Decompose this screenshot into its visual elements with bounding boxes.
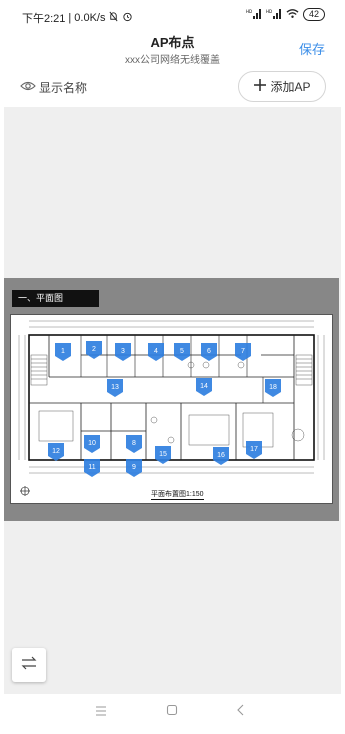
- alarm-off-icon: [108, 11, 119, 25]
- ap-marker-label: 13: [111, 384, 119, 391]
- plan-caption: 平面布置图1:150: [151, 491, 204, 500]
- add-ap-label: 添加AP: [270, 80, 311, 94]
- toolbar: 显示名称 添加AP: [0, 70, 345, 106]
- ap-marker-5[interactable]: 5: [174, 343, 190, 361]
- system-nav-bar: [0, 694, 345, 734]
- svg-text:HD: HD: [246, 9, 252, 14]
- ap-marker-label: 17: [250, 446, 258, 453]
- status-separator: |: [68, 12, 72, 24]
- wifi-icon: [286, 8, 299, 21]
- floor-plan-svg: 1 2 3 4 5 6 78910111213 1415 161718: [18, 320, 325, 496]
- svg-text:HD: HD: [266, 9, 272, 14]
- status-network-speed: 0.0K/s: [74, 12, 106, 24]
- ap-marker-label: 10: [88, 440, 96, 447]
- ap-marker-10[interactable]: 10: [84, 435, 100, 453]
- add-ap-button[interactable]: 添加AP: [238, 71, 326, 102]
- nav-menu-button[interactable]: [89, 702, 113, 722]
- ap-marker-3[interactable]: 3: [115, 343, 131, 361]
- eye-icon: [20, 80, 36, 95]
- ap-marker-7[interactable]: 7: [235, 343, 251, 361]
- status-left: 下午2:21 | 0.0K/s: [22, 10, 133, 26]
- swap-arrows-icon: [20, 656, 38, 675]
- status-time: 下午2:21: [22, 13, 66, 25]
- ap-marker-label: 12: [52, 448, 60, 455]
- ap-marker-label: 14: [200, 383, 208, 390]
- header: AP布点 xxx公司网络无线覆盖 保存: [0, 30, 345, 70]
- ap-marker-1[interactable]: 1: [55, 343, 71, 361]
- plan-section-label: 一、平面图: [12, 290, 99, 307]
- ap-marker-6[interactable]: 6: [201, 343, 217, 361]
- show-names-label: 显示名称: [39, 81, 88, 95]
- ap-marker-label: 4: [154, 348, 158, 355]
- ap-marker-11[interactable]: 11: [84, 459, 100, 477]
- alarm-clock-icon: [122, 11, 133, 25]
- ap-marker-label: 11: [88, 464, 95, 471]
- ap-marker-label: 8: [132, 440, 136, 447]
- ap-marker-label: 16: [217, 452, 225, 459]
- ap-marker-12[interactable]: 12: [48, 443, 64, 461]
- save-button[interactable]: 保存: [299, 39, 325, 58]
- floor-plan-panel: 一、平面图 1 2 3 4 5 6 7 8 9 10 11 12 13 14 1…: [4, 278, 339, 521]
- ap-marker-16[interactable]: 16: [213, 447, 229, 465]
- square-icon: [166, 703, 178, 721]
- battery-indicator: 42: [302, 8, 325, 21]
- ap-marker-label: 7: [241, 348, 245, 355]
- floor-plan-canvas[interactable]: 一、平面图 1 2 3 4 5 6 7 8 9 10 11 12 13 14 1…: [4, 107, 341, 703]
- ap-marker-4[interactable]: 4: [148, 343, 164, 361]
- signal-icon: HD: [266, 8, 282, 21]
- status-bar: 下午2:21 | 0.0K/s HD HD 42: [0, 0, 345, 32]
- ap-marker-label: 3: [121, 348, 125, 355]
- floor-plan-drawing: 1 2 3 4 5 6 7 8 9 10 11 12 13 14 15 16 17 18 平面布置图1:150: [10, 314, 333, 504]
- ap-marker-15[interactable]: 15: [155, 446, 171, 464]
- page-subtitle: xxx公司网络无线覆盖: [125, 55, 220, 66]
- signal-icon: HD: [246, 8, 262, 21]
- page-title: AP布点: [150, 35, 195, 50]
- nav-home-button[interactable]: [160, 702, 184, 722]
- ap-marker-label: 18: [269, 384, 277, 391]
- ap-marker-17[interactable]: 17: [246, 441, 262, 459]
- back-icon: [236, 703, 246, 721]
- show-names-toggle[interactable]: 显示名称: [20, 79, 87, 96]
- plus-icon: [253, 78, 267, 95]
- ap-marker-label: 5: [180, 348, 184, 355]
- ap-marker-18[interactable]: 18: [265, 379, 281, 397]
- ap-marker-13[interactable]: 13: [107, 379, 123, 397]
- ap-marker-8[interactable]: 8: [126, 435, 142, 453]
- ap-marker-9[interactable]: 9: [126, 459, 142, 477]
- switch-view-button[interactable]: [12, 648, 46, 682]
- ap-marker-label: 6: [207, 348, 211, 355]
- status-right: HD HD 42: [246, 8, 325, 21]
- ap-marker-label: 9: [132, 464, 136, 471]
- ap-marker-label: 15: [159, 451, 167, 458]
- ap-marker-label: 1: [61, 348, 65, 355]
- ap-marker-label: 2: [92, 346, 96, 353]
- menu-icon: [95, 703, 107, 721]
- ap-marker-2[interactable]: 2: [86, 341, 102, 359]
- ap-marker-14[interactable]: 14: [196, 378, 212, 396]
- nav-back-button[interactable]: [229, 702, 253, 722]
